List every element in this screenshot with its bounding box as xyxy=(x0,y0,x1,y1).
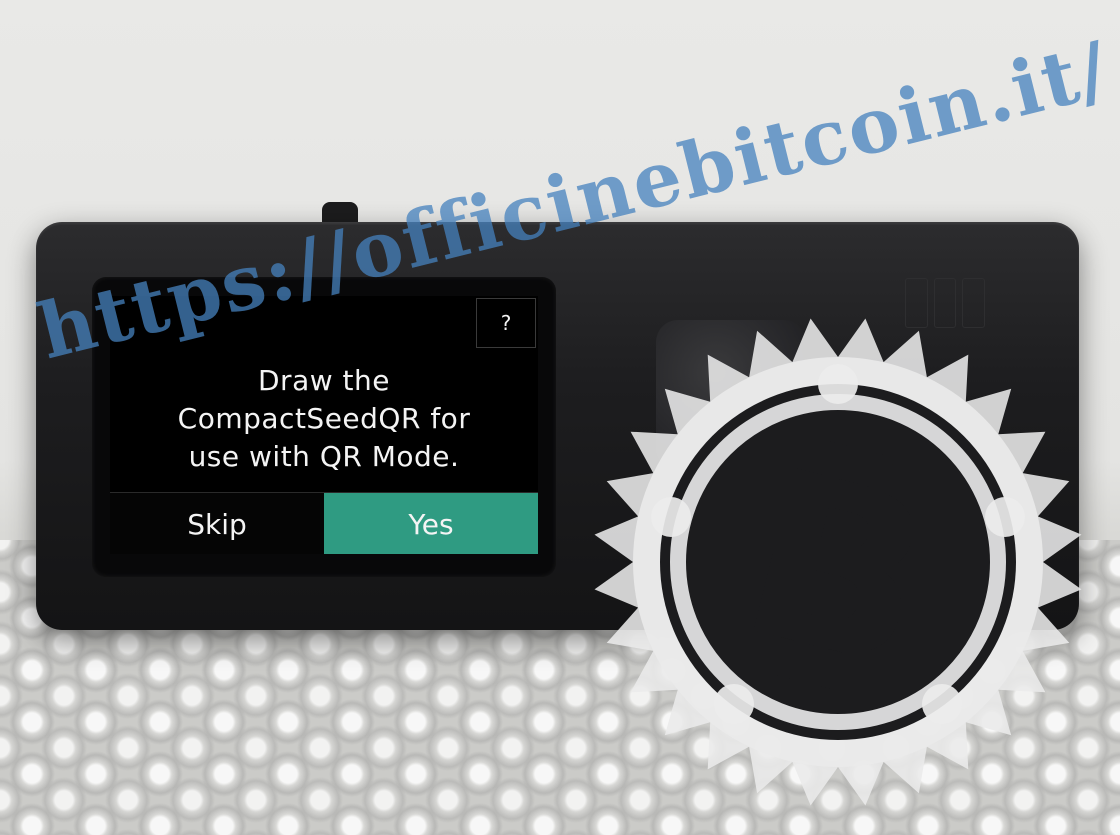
prompt-message: Draw the CompactSeedQR for use with QR M… xyxy=(110,362,538,476)
prompt-line-2: CompactSeedQR for xyxy=(177,402,471,435)
yes-button-label: Yes xyxy=(408,507,454,541)
yes-button[interactable]: Yes xyxy=(324,493,538,554)
skip-button-label: Skip xyxy=(187,507,247,541)
skip-button[interactable]: Skip xyxy=(110,493,324,554)
help-button[interactable]: ? xyxy=(476,298,536,348)
prompt-line-1: Draw the xyxy=(258,364,390,397)
button-row: Skip Yes xyxy=(110,492,538,554)
bitcoin-gear-logo-icon: B xyxy=(594,318,1082,806)
prompt-line-3: use with QR Mode. xyxy=(188,440,460,473)
help-label: ? xyxy=(500,311,512,335)
